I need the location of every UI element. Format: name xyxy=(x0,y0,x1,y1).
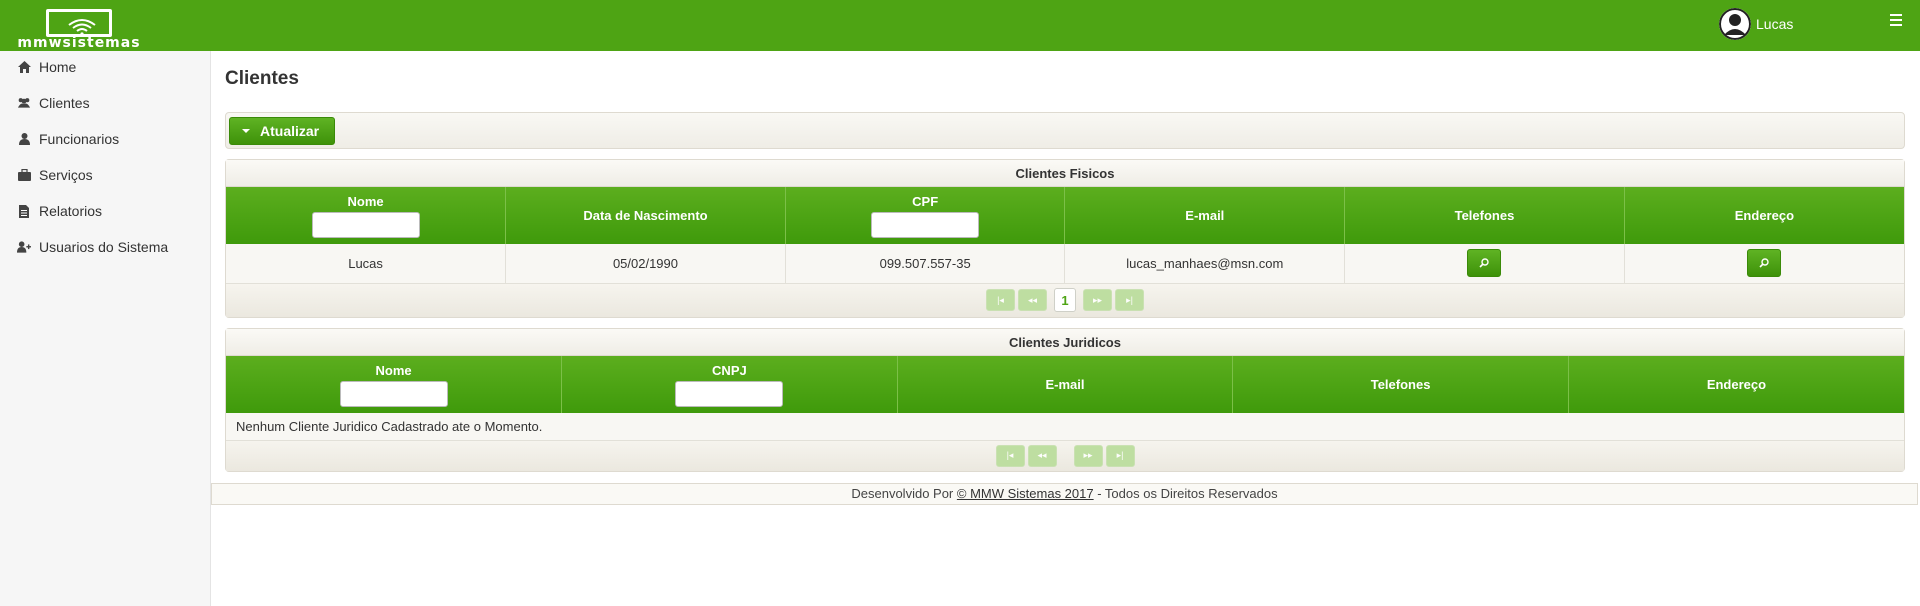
sidebar-item-label: Funcionarios xyxy=(39,131,120,147)
column-header-endereco: Endereço xyxy=(1568,356,1904,413)
paginator: |◂ ◂◂ ▸▸ ▸| xyxy=(226,440,1904,471)
cell-email: lucas_manhaes@msn.com xyxy=(1064,244,1346,284)
column-header-email[interactable]: E-mail xyxy=(897,356,1234,413)
page-number[interactable]: 1 xyxy=(1054,288,1076,312)
sidebar-item-label: Serviços xyxy=(39,167,93,183)
cell-nascimento: 05/02/1990 xyxy=(505,244,786,284)
last-page-button[interactable]: ▸| xyxy=(1115,289,1144,311)
toolbar: Atualizar xyxy=(225,112,1905,149)
search-icon xyxy=(1479,258,1490,268)
caret-down-icon xyxy=(242,129,250,133)
cell-nome: Lucas xyxy=(226,244,507,284)
cell-telefones xyxy=(1344,244,1625,284)
file-icon xyxy=(17,204,31,218)
page-title: Clientes xyxy=(225,68,299,89)
footer-link[interactable]: © MMW Sistemas 2017 xyxy=(957,486,1094,501)
laptop-wifi-icon xyxy=(46,9,112,37)
prev-page-button[interactable]: ◂◂ xyxy=(1027,444,1057,467)
column-header-cpf[interactable]: CPF xyxy=(785,187,1066,244)
empty-row: Nenhum Cliente Juridico Cadastrado ate o… xyxy=(226,413,1904,441)
prev-page-button[interactable]: ◂◂ xyxy=(1018,289,1047,311)
user-menu[interactable]: Lucas xyxy=(1719,8,1793,40)
column-label: Nome xyxy=(347,193,384,209)
last-page-button[interactable]: ▸| xyxy=(1105,444,1135,467)
users-icon xyxy=(17,96,31,110)
nome-filter-input[interactable] xyxy=(339,380,448,407)
view-phones-button[interactable] xyxy=(1467,249,1502,278)
column-label: Nome xyxy=(375,362,412,378)
logo-text: mmwsistemas xyxy=(17,35,141,51)
clientes-fisicos-table: Nome Data de Nascimento CPF E-mail Telef… xyxy=(226,187,1904,284)
column-header-telefones: Telefones xyxy=(1232,356,1569,413)
column-header-nascimento[interactable]: Data de Nascimento xyxy=(505,187,786,244)
sidebar-item-funcionarios[interactable]: Funcionarios xyxy=(0,124,211,154)
top-bar: mmwsistemas Lucas xyxy=(0,0,1920,51)
search-icon xyxy=(1759,258,1770,268)
nome-filter-input[interactable] xyxy=(311,211,420,238)
column-label: CPF xyxy=(912,193,939,209)
cell-cpf: 099.507.557-35 xyxy=(785,244,1066,284)
column-header-nome[interactable]: Nome xyxy=(226,356,563,413)
hamburger-menu-icon[interactable] xyxy=(1890,14,1908,32)
view-address-button[interactable] xyxy=(1747,249,1782,278)
footer-prefix: Desenvolvido Por xyxy=(851,486,957,501)
refresh-button-label: Atualizar xyxy=(260,123,320,139)
user-plus-icon xyxy=(17,240,31,254)
column-header-email[interactable]: E-mail xyxy=(1064,187,1346,244)
clientes-juridicos-panel: Clientes Juridicos Nome CNPJ E-mail Tele… xyxy=(225,328,1905,472)
next-page-button[interactable]: ▸▸ xyxy=(1073,444,1103,467)
sidebar-item-clientes[interactable]: Clientes xyxy=(0,88,211,118)
column-label: CNPJ xyxy=(712,362,747,378)
column-header-telefones: Telefones xyxy=(1344,187,1625,244)
cnpj-filter-input[interactable] xyxy=(675,380,784,407)
user-name: Lucas xyxy=(1756,16,1794,32)
cpf-filter-input[interactable] xyxy=(871,211,980,238)
panel-title: Clientes Juridicos xyxy=(226,329,1904,356)
paginator: |◂ ◂◂ 1 ▸▸ ▸| xyxy=(226,283,1904,317)
column-header-endereco: Endereço xyxy=(1624,187,1904,244)
sidebar-item-label: Relatorios xyxy=(39,203,103,219)
sidebar-item-label: Clientes xyxy=(39,95,90,111)
sidebar-item-usuarios[interactable]: Usuarios do Sistema xyxy=(0,232,211,262)
empty-message: Nenhum Cliente Juridico Cadastrado ate o… xyxy=(226,413,1904,441)
sidebar-item-servicos[interactable]: Serviços xyxy=(0,160,211,190)
next-page-button[interactable]: ▸▸ xyxy=(1083,289,1112,311)
sidebar-item-label: Home xyxy=(39,59,77,75)
footer-suffix: - Todos os Direitos Reservados xyxy=(1093,486,1278,501)
first-page-button[interactable]: |◂ xyxy=(995,444,1025,467)
table-row[interactable]: Lucas 05/02/1990 099.507.557-35 lucas_ma… xyxy=(226,244,1904,284)
briefcase-icon xyxy=(17,168,31,182)
clientes-juridicos-table: Nome CNPJ E-mail Telefones Endereço Nenh… xyxy=(226,356,1904,441)
first-page-button[interactable]: |◂ xyxy=(986,289,1015,311)
sidebar: Home Clientes Funcionarios Serviços Rela… xyxy=(0,51,211,606)
brand-logo[interactable]: mmwsistemas xyxy=(6,6,152,51)
column-header-cnpj[interactable]: CNPJ xyxy=(561,356,898,413)
column-header-nome[interactable]: Nome xyxy=(226,187,507,244)
footer: Desenvolvido Por © MMW Sistemas 2017 - T… xyxy=(211,483,1918,505)
sidebar-item-home[interactable]: Home xyxy=(0,52,211,82)
sidebar-item-label: Usuarios do Sistema xyxy=(39,239,169,255)
home-icon xyxy=(17,60,31,74)
cell-endereco xyxy=(1624,244,1904,284)
avatar-icon xyxy=(1719,8,1751,40)
clientes-fisicos-panel: Clientes Fisicos Nome Data de Nascimento… xyxy=(225,159,1905,318)
panel-title: Clientes Fisicos xyxy=(226,160,1904,187)
refresh-button[interactable]: Atualizar xyxy=(229,117,335,145)
user-icon xyxy=(17,132,31,146)
sidebar-item-relatorios[interactable]: Relatorios xyxy=(0,196,211,226)
